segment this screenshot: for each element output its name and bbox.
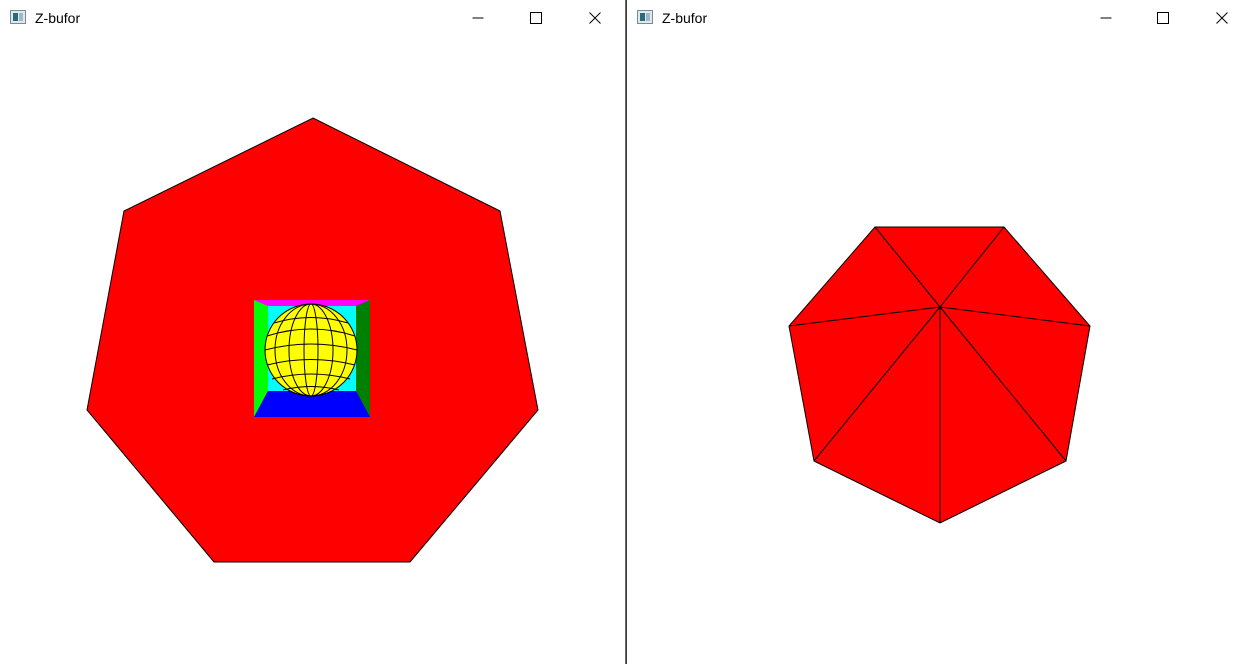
close-icon — [589, 12, 601, 24]
z-bufor-window-left: Z-bufor — [0, 0, 626, 664]
close-icon — [1216, 12, 1228, 24]
close-button[interactable] — [566, 0, 624, 36]
minimize-icon — [1100, 17, 1112, 19]
window-title: Z-bufor — [35, 10, 81, 26]
title-bar[interactable]: Z-bufor — [627, 0, 1254, 36]
z-buffer-scene — [788, 226, 1091, 524]
title-bar[interactable]: Z-bufor — [0, 0, 625, 36]
app-window-icon — [10, 10, 26, 24]
maximize-button[interactable] — [1134, 0, 1192, 36]
z-bufor-window-right: Z-bufor — [626, 0, 1254, 664]
maximize-icon — [530, 12, 542, 24]
render-canvas — [627, 36, 1254, 664]
yellow-sphere — [264, 303, 358, 397]
minimize-button[interactable] — [449, 0, 507, 36]
window-title: Z-bufor — [662, 10, 708, 26]
app-window-icon — [637, 10, 653, 24]
render-canvas — [0, 36, 625, 664]
maximize-icon — [1157, 12, 1169, 24]
maximize-button[interactable] — [507, 0, 565, 36]
minimize-button[interactable] — [1077, 0, 1135, 36]
z-buffer-scene — [86, 117, 539, 563]
close-button[interactable] — [1193, 0, 1251, 36]
minimize-icon — [472, 17, 484, 19]
